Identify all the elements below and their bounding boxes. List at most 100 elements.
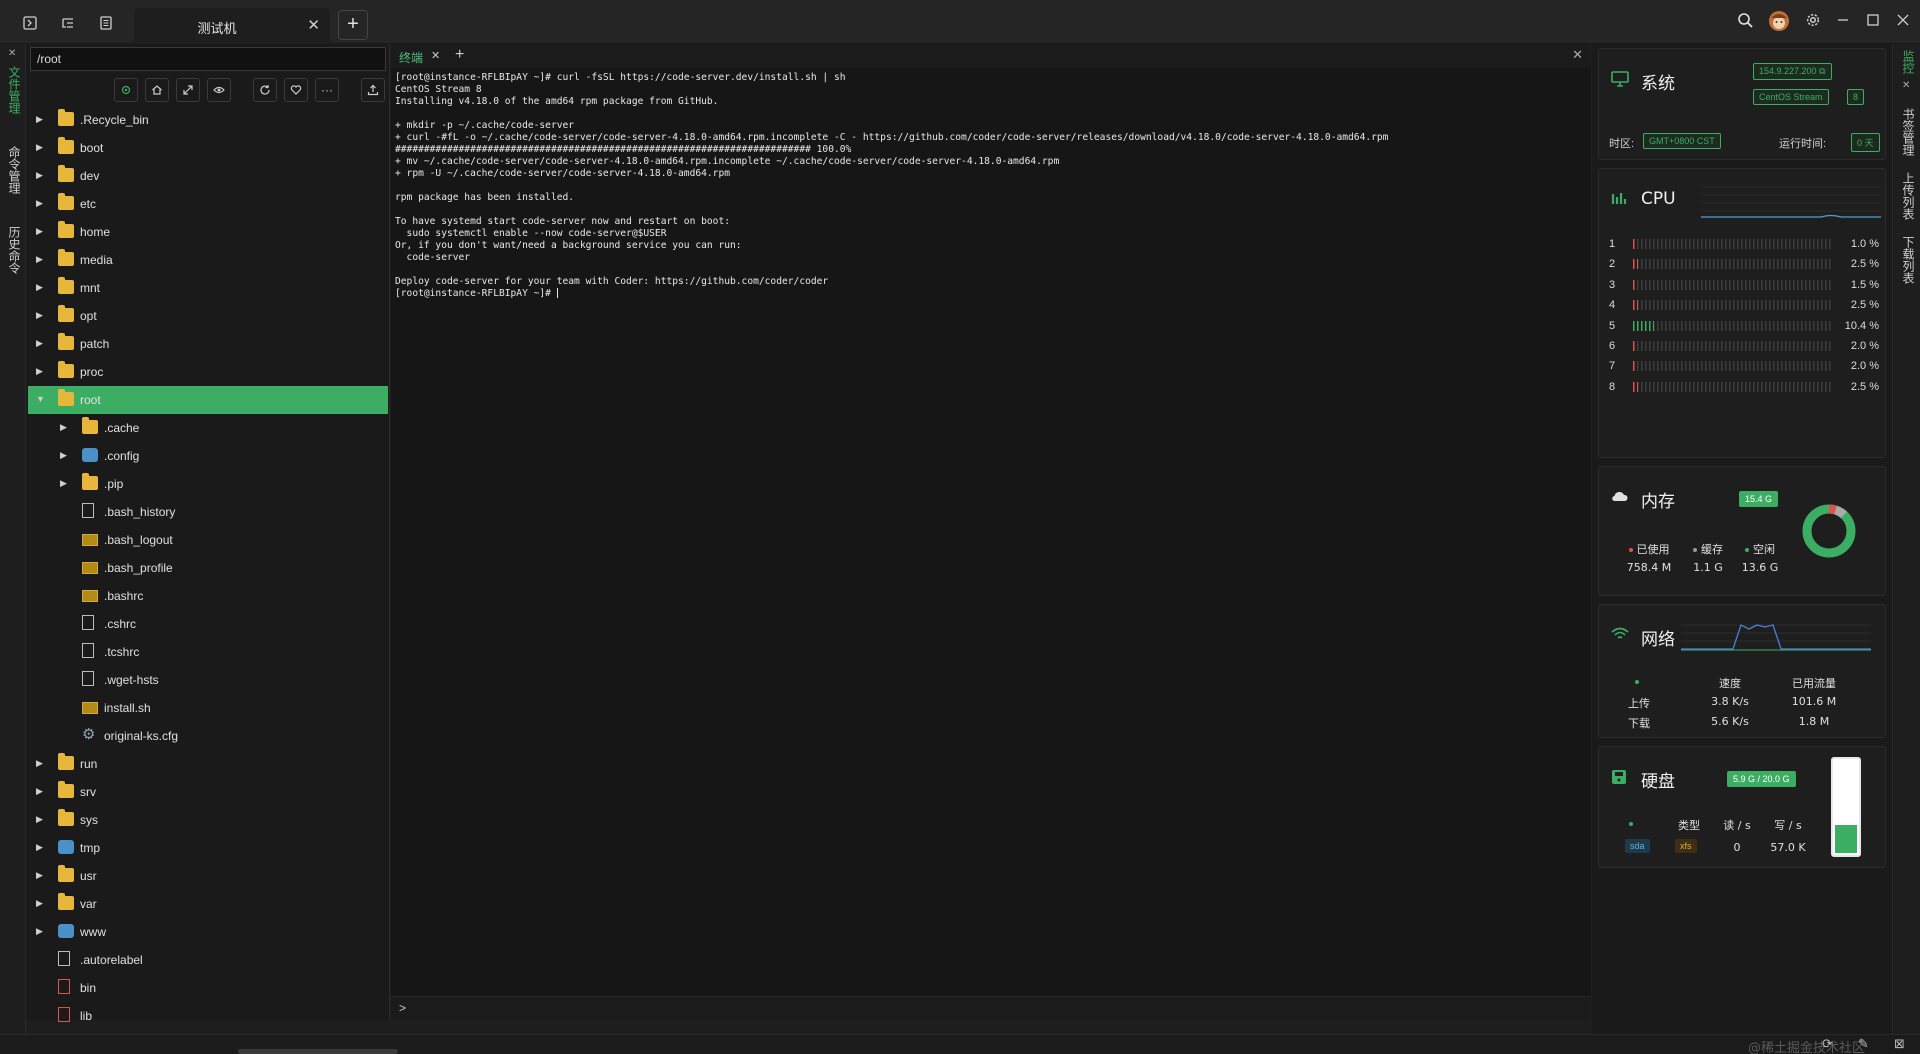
download-speed: 5.6 K/s bbox=[1711, 715, 1749, 728]
chevron-right-icon[interactable]: ▶ bbox=[36, 926, 46, 937]
chevron-right-icon[interactable]: ▶ bbox=[60, 478, 70, 489]
tree-item[interactable]: ▶ dev bbox=[28, 162, 388, 190]
tree-item[interactable]: .bash_profile bbox=[28, 554, 388, 582]
nav-command-manager[interactable]: 命令管理 bbox=[6, 146, 23, 194]
chevron-right-icon[interactable]: ▶ bbox=[36, 254, 46, 265]
chevron-right-icon[interactable]: ▶ bbox=[60, 422, 70, 433]
home-icon[interactable] bbox=[145, 78, 169, 102]
add-terminal-icon[interactable]: + bbox=[455, 46, 464, 64]
close-icon[interactable]: ✕ bbox=[1902, 80, 1910, 91]
tree-item[interactable]: ▶ opt bbox=[28, 302, 388, 330]
nav-download-list[interactable]: 下载列表 bbox=[1900, 236, 1917, 284]
tree-item[interactable]: lib bbox=[28, 1002, 388, 1030]
new-tab-button[interactable]: + bbox=[338, 10, 368, 40]
close-icon[interactable]: ✕ bbox=[8, 48, 16, 59]
list-icon[interactable] bbox=[96, 13, 116, 33]
ip-badge[interactable]: 154.9.227.200 ⧉ bbox=[1753, 63, 1832, 80]
sidebar-toggle-icon[interactable] bbox=[20, 13, 40, 33]
sync-icon[interactable]: ⟳ bbox=[1822, 1036, 1833, 1052]
tree-item[interactable]: .bash_logout bbox=[28, 526, 388, 554]
tree-item[interactable]: ▶ sys bbox=[28, 806, 388, 834]
tree-item[interactable]: ▼ root bbox=[28, 386, 388, 414]
maximize-icon[interactable] bbox=[1863, 12, 1883, 32]
chevron-right-icon[interactable]: ▶ bbox=[36, 786, 46, 797]
tree-item[interactable]: .bash_history bbox=[28, 498, 388, 526]
gear-icon[interactable] bbox=[1803, 12, 1823, 32]
heart-icon[interactable] bbox=[284, 78, 308, 102]
chevron-right-icon[interactable]: ▶ bbox=[36, 282, 46, 293]
command-input-bar[interactable]: > bbox=[391, 996, 1591, 1020]
path-input[interactable] bbox=[30, 47, 386, 71]
cpu-core-number: 4 bbox=[1609, 299, 1616, 312]
upload-icon[interactable] bbox=[361, 78, 385, 102]
locate-icon[interactable] bbox=[114, 78, 138, 102]
terminal-tab[interactable]: 终端 bbox=[399, 49, 423, 66]
tree-item[interactable]: ▶ proc bbox=[28, 358, 388, 386]
tree-item[interactable]: .wget-hsts bbox=[28, 666, 388, 694]
tree-item[interactable]: ▶ patch bbox=[28, 330, 388, 358]
memory-total-badge: 15.4 G bbox=[1739, 491, 1779, 507]
tab-test-machine[interactable]: 测试机 ✕ bbox=[134, 8, 330, 44]
avatar[interactable] bbox=[1768, 10, 1790, 32]
close-box-icon[interactable]: ⊠ bbox=[1894, 1036, 1905, 1052]
chevron-right-icon[interactable]: ▶ bbox=[36, 366, 46, 377]
tree-item[interactable]: ▶ media bbox=[28, 246, 388, 274]
search-icon[interactable] bbox=[1735, 12, 1755, 32]
tree-item[interactable]: ▶ tmp bbox=[28, 834, 388, 862]
tree-item[interactable]: .cshrc bbox=[28, 610, 388, 638]
chevron-right-icon[interactable]: ▶ bbox=[36, 198, 46, 209]
terminal-output[interactable]: [root@instance-RFLBIpAY ~]# curl -fsSL h… bbox=[395, 72, 1388, 300]
horizontal-scrollbar[interactable] bbox=[238, 1049, 398, 1054]
chevron-right-icon[interactable]: ▶ bbox=[36, 226, 46, 237]
disk-write-value: 57.0 K bbox=[1770, 841, 1806, 854]
close-panel-icon[interactable]: ✕ bbox=[1572, 47, 1583, 63]
window-close-icon[interactable] bbox=[1893, 12, 1913, 32]
tree-item[interactable]: ▶ etc bbox=[28, 190, 388, 218]
tree-item[interactable]: ▶ .Recycle_bin bbox=[28, 106, 388, 134]
chevron-right-icon[interactable]: ▶ bbox=[36, 898, 46, 909]
close-icon[interactable]: ✕ bbox=[431, 49, 440, 62]
chevron-right-icon[interactable]: ▶ bbox=[36, 142, 46, 153]
chevron-right-icon[interactable]: ▶ bbox=[36, 114, 46, 125]
chevron-right-icon[interactable]: ▶ bbox=[36, 758, 46, 769]
tree-item[interactable]: install.sh bbox=[28, 694, 388, 722]
eye-icon[interactable] bbox=[207, 78, 231, 102]
chevron-right-icon[interactable]: ▶ bbox=[36, 870, 46, 881]
tree-item[interactable]: .bashrc bbox=[28, 582, 388, 610]
tree-item[interactable]: bin bbox=[28, 974, 388, 1002]
chevron-right-icon[interactable]: ▶ bbox=[36, 842, 46, 853]
tree-item[interactable]: ▶ .pip bbox=[28, 470, 388, 498]
minimize-icon[interactable] bbox=[1833, 12, 1853, 32]
tree-item[interactable]: ▶ boot bbox=[28, 134, 388, 162]
tree-item[interactable]: ▶ usr bbox=[28, 862, 388, 890]
nav-bookmarks[interactable]: 书签管理 bbox=[1900, 108, 1917, 156]
tree-item[interactable]: .tcshrc bbox=[28, 638, 388, 666]
refresh-icon[interactable] bbox=[253, 78, 277, 102]
chevron-right-icon[interactable]: ▶ bbox=[60, 450, 70, 461]
nav-file-manager[interactable]: 文件管理 bbox=[6, 66, 23, 114]
edit-icon[interactable]: ✎ bbox=[1858, 1036, 1869, 1052]
terminal-prompt: [root@instance-RFLBIpAY ~]# bbox=[395, 288, 557, 299]
expand-icon[interactable] bbox=[176, 78, 200, 102]
close-icon[interactable]: ✕ bbox=[307, 16, 320, 34]
tree-item[interactable]: ▶ run bbox=[28, 750, 388, 778]
tree-item[interactable]: ▶ www bbox=[28, 918, 388, 946]
tree-item[interactable]: ⚙ original-ks.cfg bbox=[28, 722, 388, 750]
tree-item[interactable]: ▶ srv bbox=[28, 778, 388, 806]
tree-item[interactable]: .autorelabel bbox=[28, 946, 388, 974]
tree-item[interactable]: ▶ .cache bbox=[28, 414, 388, 442]
tree-item[interactable]: ▶ .config bbox=[28, 442, 388, 470]
chevron-right-icon[interactable]: ▶ bbox=[36, 310, 46, 321]
chevron-right-icon[interactable]: ▶ bbox=[36, 170, 46, 181]
chevron-down-icon[interactable]: ▼ bbox=[36, 394, 46, 404]
chevron-right-icon[interactable]: ▶ bbox=[36, 814, 46, 825]
tree-item[interactable]: ▶ home bbox=[28, 218, 388, 246]
chevron-right-icon[interactable]: ▶ bbox=[36, 338, 46, 349]
tree-item[interactable]: ▶ mnt bbox=[28, 274, 388, 302]
nav-command-history[interactable]: 历史命令 bbox=[6, 226, 23, 274]
tree-item[interactable]: ▶ var bbox=[28, 890, 388, 918]
split-icon[interactable] bbox=[58, 13, 78, 33]
nav-monitor[interactable]: 监控 bbox=[1900, 50, 1917, 74]
more-icon[interactable]: ··· bbox=[315, 78, 339, 102]
nav-upload-list[interactable]: 上传列表 bbox=[1900, 172, 1917, 220]
